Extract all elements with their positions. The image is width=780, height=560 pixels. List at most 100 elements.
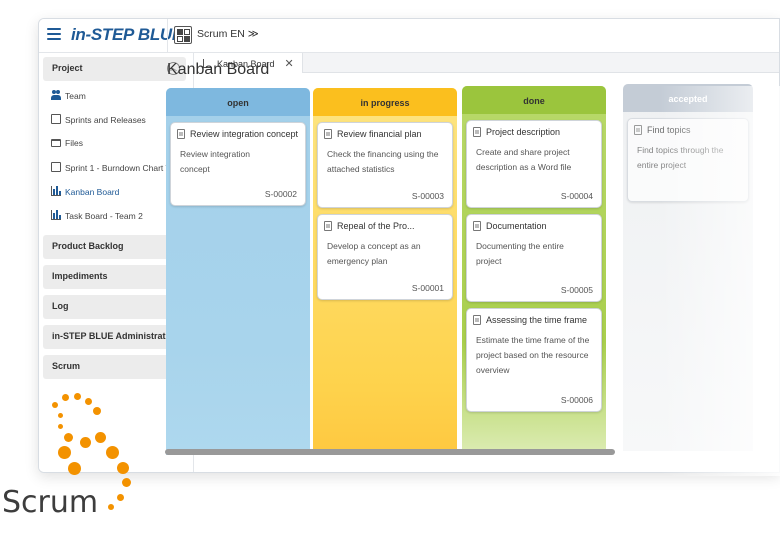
scrum-logo-text: Scrum bbox=[2, 485, 99, 520]
card-id: S-00006 bbox=[560, 395, 593, 405]
sidebar-item-label: Files bbox=[65, 138, 83, 148]
card-title: Project description bbox=[486, 127, 561, 137]
section-label: Project bbox=[52, 63, 83, 73]
card-title: Review financial plan bbox=[337, 129, 422, 139]
card-title: Assessing the time frame bbox=[486, 315, 588, 325]
card-title: Review integration concept bbox=[190, 129, 299, 139]
page-title: Kanban Board bbox=[167, 61, 270, 78]
logo-dot bbox=[93, 407, 101, 415]
section-product-backlog[interactable]: Product Backlog ﹀ bbox=[43, 235, 186, 259]
section-label: Log bbox=[52, 301, 69, 311]
divider bbox=[167, 19, 168, 53]
project-icon[interactable] bbox=[174, 26, 192, 44]
logo-dot bbox=[58, 413, 63, 418]
document-icon bbox=[473, 315, 481, 325]
card-title-row: Assessing the time frame bbox=[473, 315, 595, 325]
logo-dot bbox=[58, 446, 71, 459]
card[interactable]: Project description Create and share pro… bbox=[466, 120, 602, 208]
tab-strip: Kanban Board ✕ bbox=[195, 53, 779, 73]
sidebar-item-files[interactable]: Files bbox=[51, 135, 83, 153]
sidebar-item-kanban-board[interactable]: Kanban Board bbox=[51, 183, 119, 201]
document-icon bbox=[324, 221, 332, 231]
card[interactable]: Documentation Documenting the entire pro… bbox=[466, 214, 602, 302]
card-description: Develop a concept as an emergency plan bbox=[327, 241, 421, 266]
sidebar-item-task-board[interactable]: Task Board - Team 2 bbox=[51, 207, 143, 225]
card-title-row: Review financial plan bbox=[324, 129, 446, 139]
horizontal-scrollbar[interactable] bbox=[165, 449, 615, 455]
logo-dot bbox=[122, 478, 131, 487]
sidebar-item-label: Team bbox=[65, 91, 86, 101]
card[interactable]: Review integration concept Review integr… bbox=[170, 122, 306, 206]
board-icon bbox=[51, 210, 61, 220]
column-header: done bbox=[462, 86, 606, 114]
logo-dot bbox=[64, 433, 73, 442]
section-label: in-STEP BLUE Administration bbox=[52, 331, 180, 341]
column-header: open bbox=[166, 88, 310, 116]
document-icon bbox=[177, 129, 185, 139]
card-description: Check the financing using the attached s… bbox=[327, 149, 439, 174]
document-icon bbox=[473, 127, 481, 137]
sidebar-item-label: Kanban Board bbox=[65, 187, 120, 197]
document-icon bbox=[634, 125, 642, 135]
logo-dot bbox=[106, 446, 119, 459]
card-title-row: Review integration concept bbox=[177, 129, 299, 139]
card-id: S-00004 bbox=[560, 191, 593, 201]
card-description: Review integration concept bbox=[180, 149, 250, 174]
document-icon bbox=[324, 129, 332, 139]
card-description: Documenting the entire project bbox=[476, 241, 564, 266]
column-done: done Project description Create and shar… bbox=[462, 86, 606, 453]
card-id: S-00003 bbox=[411, 191, 444, 201]
logo-dot bbox=[95, 432, 106, 443]
sidebar-item-label: Sprints and Releases bbox=[65, 115, 146, 125]
card-title: Documentation bbox=[486, 221, 547, 231]
card[interactable]: Review financial plan Check the financin… bbox=[317, 122, 453, 208]
logo-dot bbox=[108, 504, 114, 510]
logo-dot bbox=[62, 394, 69, 401]
card[interactable]: Find topics Find topics through the enti… bbox=[627, 118, 749, 202]
logo-dot bbox=[68, 462, 81, 475]
card-title: Repeal of the Pro... bbox=[337, 221, 415, 231]
card-title-row: Project description bbox=[473, 127, 595, 137]
board-icon bbox=[51, 186, 61, 196]
sprints-icon bbox=[51, 114, 61, 124]
card-description: Find topics through the entire project bbox=[637, 145, 724, 170]
section-label: Impediments bbox=[52, 271, 108, 281]
column-header: accepted bbox=[623, 84, 753, 112]
column-accepted: accepted Find topics Find topics through… bbox=[623, 84, 753, 451]
menu-icon[interactable] bbox=[47, 28, 61, 40]
card-description: Create and share project description as … bbox=[476, 147, 572, 172]
section-label: Product Backlog bbox=[52, 241, 124, 251]
section-impediments[interactable]: Impediments ﹀ bbox=[43, 265, 186, 289]
column-open: open Review integration concept Review i… bbox=[166, 88, 310, 455]
card[interactable]: Assessing the time frame Estimate the ti… bbox=[466, 308, 602, 412]
section-scrum[interactable]: Scrum ﹀ bbox=[43, 355, 186, 379]
card-id: S-00005 bbox=[560, 285, 593, 295]
logo-dot bbox=[117, 494, 124, 501]
column-in-progress: in progress Review financial plan Check … bbox=[313, 88, 457, 455]
logo-dot bbox=[80, 437, 91, 448]
column-header: in progress bbox=[313, 88, 457, 116]
project-selector[interactable]: Scrum EN ≫ bbox=[197, 28, 259, 40]
card-title-row: Find topics bbox=[634, 125, 742, 135]
section-log[interactable]: Log ﹀ bbox=[43, 295, 186, 319]
section-project[interactable]: Project ︿ bbox=[43, 57, 186, 81]
logo-dot bbox=[52, 402, 58, 408]
card-title: Find topics bbox=[647, 125, 691, 135]
sidebar-item-sprints[interactable]: Sprints and Releases bbox=[51, 111, 146, 129]
logo-dot bbox=[85, 398, 92, 405]
close-icon[interactable]: ✕ bbox=[285, 58, 294, 70]
document-icon bbox=[473, 221, 481, 231]
top-bar: in-STEP BLUE Scrum EN ≫ bbox=[39, 19, 779, 53]
section-label: Scrum bbox=[52, 361, 81, 371]
card-id: S-00002 bbox=[264, 189, 297, 199]
card-title-row: Documentation bbox=[473, 221, 595, 231]
card-description: Estimate the time frame of the project b… bbox=[476, 335, 590, 375]
card[interactable]: Repeal of the Pro... Develop a concept a… bbox=[317, 214, 453, 300]
folder-icon bbox=[51, 139, 61, 147]
card-title-row: Repeal of the Pro... bbox=[324, 221, 446, 231]
sidebar-item-team[interactable]: Team bbox=[51, 87, 86, 105]
logo-dot bbox=[58, 424, 63, 429]
section-administration[interactable]: in-STEP BLUE Administration ﹀ bbox=[43, 325, 186, 349]
logo-dot bbox=[117, 462, 129, 474]
card-id: S-00001 bbox=[411, 283, 444, 293]
